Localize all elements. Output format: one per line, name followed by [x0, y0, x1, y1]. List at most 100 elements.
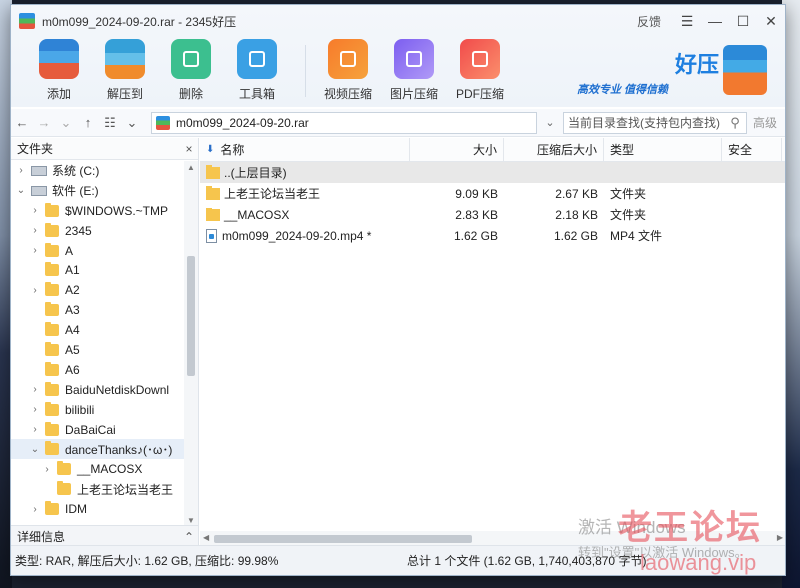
- table-row[interactable]: __MACOSX 2.83 KB 2.18 KB 文件夹: [200, 204, 785, 225]
- sidebar-item-label: A4: [65, 323, 80, 338]
- toolbox-label: 工具箱: [238, 87, 275, 101]
- chevron-right-icon[interactable]: ›: [29, 424, 41, 435]
- scroll-down-icon[interactable]: ▼: [184, 516, 198, 525]
- cell-compressed: 2.18 KB: [555, 207, 598, 222]
- chevron-right-icon[interactable]: ›: [29, 205, 41, 216]
- chevron-up-icon[interactable]: ⌃: [180, 530, 198, 544]
- toolbox-button[interactable]: 工具箱: [227, 39, 287, 105]
- chevron-right-icon[interactable]: ›: [29, 384, 41, 395]
- forward-arrow-icon[interactable]: →: [33, 115, 55, 130]
- path-dropdown-icon[interactable]: ⌄: [539, 113, 561, 133]
- chevron-right-icon[interactable]: ›: [29, 225, 41, 236]
- chevron-right-icon[interactable]: ›: [15, 165, 27, 176]
- sidebar-item[interactable]: A5: [11, 340, 185, 360]
- sidebar-item[interactable]: A1: [11, 260, 185, 280]
- scroll-thumb[interactable]: [187, 256, 195, 376]
- sidebar-item-label: A1: [65, 263, 80, 278]
- view-mode-icon[interactable]: ☷: [99, 115, 121, 131]
- table-row[interactable]: ..(上层目录): [200, 162, 785, 183]
- sidebar-item[interactable]: A4: [11, 320, 185, 340]
- folder-icon: [45, 202, 59, 217]
- video-compress-button[interactable]: 视频压缩: [318, 39, 378, 105]
- column-compressed[interactable]: 压缩后大小: [504, 137, 604, 162]
- sidebar-item[interactable]: › __MACOSX: [11, 459, 185, 479]
- sidebar-item-label: A5: [65, 342, 80, 357]
- folder-icon: [45, 222, 59, 237]
- chevron-right-icon[interactable]: ›: [29, 245, 41, 256]
- app-icon: [19, 13, 35, 29]
- sidebar-item[interactable]: › A2: [11, 280, 185, 300]
- file-name: ..(上层目录): [224, 166, 287, 180]
- header-area: m0m099_2024-09-20.rar - 2345好压 反馈 ☰ — ☐ …: [11, 5, 785, 107]
- cell-name: m0m099_2024-09-20.mp4 *: [200, 228, 410, 243]
- column-name[interactable]: ⬇ 名称: [200, 137, 410, 162]
- folder-icon: [206, 164, 220, 179]
- sidebar-item[interactable]: ⌄ 软件 (E:): [11, 181, 185, 201]
- cell-size: 2.83 KB: [455, 207, 498, 222]
- history-chevron-icon[interactable]: ⌄: [55, 115, 77, 131]
- folder-icon: [57, 461, 71, 476]
- sidebar-item[interactable]: ›notplayer: [11, 519, 185, 521]
- sidebar-item[interactable]: A6: [11, 360, 185, 380]
- chevron-down-icon[interactable]: ⌄: [29, 444, 41, 455]
- view-chevron-icon[interactable]: ⌄: [121, 115, 143, 131]
- close-icon[interactable]: ✕: [757, 7, 785, 35]
- path-field[interactable]: m0m099_2024-09-20.rar: [151, 111, 537, 134]
- cell-compressed: 1.62 GB: [553, 228, 598, 243]
- search-icon[interactable]: ⚲: [724, 115, 746, 131]
- scroll-right-icon[interactable]: ▶: [777, 533, 783, 542]
- horizontal-scroll-thumb[interactable]: [214, 535, 472, 543]
- cell-size: 9.09 KB: [455, 186, 498, 201]
- table-row[interactable]: m0m099_2024-09-20.mp4 * 1.62 GB 1.62 GB MP4…: [200, 225, 785, 246]
- add-button[interactable]: 添加: [29, 39, 89, 105]
- chevron-right-icon[interactable]: ›: [29, 404, 41, 415]
- close-icon[interactable]: ×: [180, 142, 198, 156]
- extract-button[interactable]: 解压到: [95, 39, 155, 105]
- sidebar-item[interactable]: › DaBaiCai: [11, 420, 185, 440]
- details-panel-header[interactable]: 详细信息 ⌃: [11, 525, 198, 547]
- table-header: ⬇ 名称 大小 压缩后大小 类型 安全: [200, 137, 785, 162]
- sidebar-item[interactable]: › A: [11, 241, 185, 261]
- chevron-right-icon[interactable]: ›: [41, 464, 53, 475]
- back-arrow-icon[interactable]: ←: [11, 115, 33, 130]
- table-row[interactable]: 上老王论坛当老王 9.09 KB 2.67 KB 文件夹: [200, 183, 785, 204]
- sidebar-item[interactable]: ⌄ danceThanks♪(･ω･): [11, 439, 185, 460]
- folder-icon: [45, 262, 59, 277]
- up-arrow-icon[interactable]: ↑: [77, 115, 99, 130]
- maximize-icon[interactable]: ☐: [729, 7, 757, 35]
- sidebar-scrollbar[interactable]: ▲ ▼: [184, 161, 198, 527]
- sidebar-item[interactable]: › $WINDOWS.~TMP: [11, 201, 185, 221]
- minimize-icon[interactable]: —: [701, 7, 729, 35]
- chevron-down-icon[interactable]: ⌄: [15, 185, 27, 196]
- menu-icon[interactable]: ☰: [673, 7, 701, 35]
- folder-icon: [45, 381, 59, 396]
- pdf-compress-button[interactable]: PDF压缩: [450, 39, 510, 105]
- chevron-right-icon[interactable]: ›: [29, 504, 41, 515]
- sidebar-item[interactable]: A3: [11, 300, 185, 320]
- chevron-right-icon[interactable]: ›: [29, 285, 41, 296]
- scroll-up-icon[interactable]: ▲: [184, 163, 198, 172]
- advanced-search-link[interactable]: 高级: [753, 114, 777, 131]
- column-size[interactable]: 大小: [410, 137, 504, 162]
- delete-button[interactable]: 删除: [161, 39, 221, 105]
- folder-icon: [45, 322, 59, 337]
- column-type[interactable]: 类型: [604, 137, 722, 162]
- sidebar-item[interactable]: 上老王论坛当老王: [11, 479, 185, 499]
- extract-label: 解压到: [106, 87, 143, 101]
- cell-type: 文件夹: [610, 187, 647, 201]
- sidebar-item[interactable]: › bilibili: [11, 400, 185, 420]
- sidebar-item[interactable]: › BaiduNetdiskDownl: [11, 380, 185, 400]
- title-bar: m0m099_2024-09-20.rar - 2345好压 反馈 ☰ — ☐ …: [11, 5, 785, 37]
- image-compress-button[interactable]: 图片压缩: [384, 39, 444, 105]
- feedback-link[interactable]: 反馈: [637, 13, 661, 30]
- sidebar-item-label: $WINDOWS.~TMP: [65, 203, 169, 218]
- scroll-left-icon[interactable]: ◀: [203, 533, 209, 542]
- extract-archive-icon: [105, 39, 145, 79]
- column-security[interactable]: 安全: [722, 137, 782, 162]
- search-input[interactable]: 当前目录查找(支持包内查找) ⚲: [563, 111, 747, 134]
- sidebar-item[interactable]: › 系统 (C:): [11, 161, 185, 181]
- sidebar-item-label: IDM: [65, 502, 87, 517]
- sidebar-item[interactable]: › 2345: [11, 221, 185, 241]
- sidebar-item[interactable]: › IDM: [11, 499, 185, 519]
- toolbar-divider: [305, 45, 306, 97]
